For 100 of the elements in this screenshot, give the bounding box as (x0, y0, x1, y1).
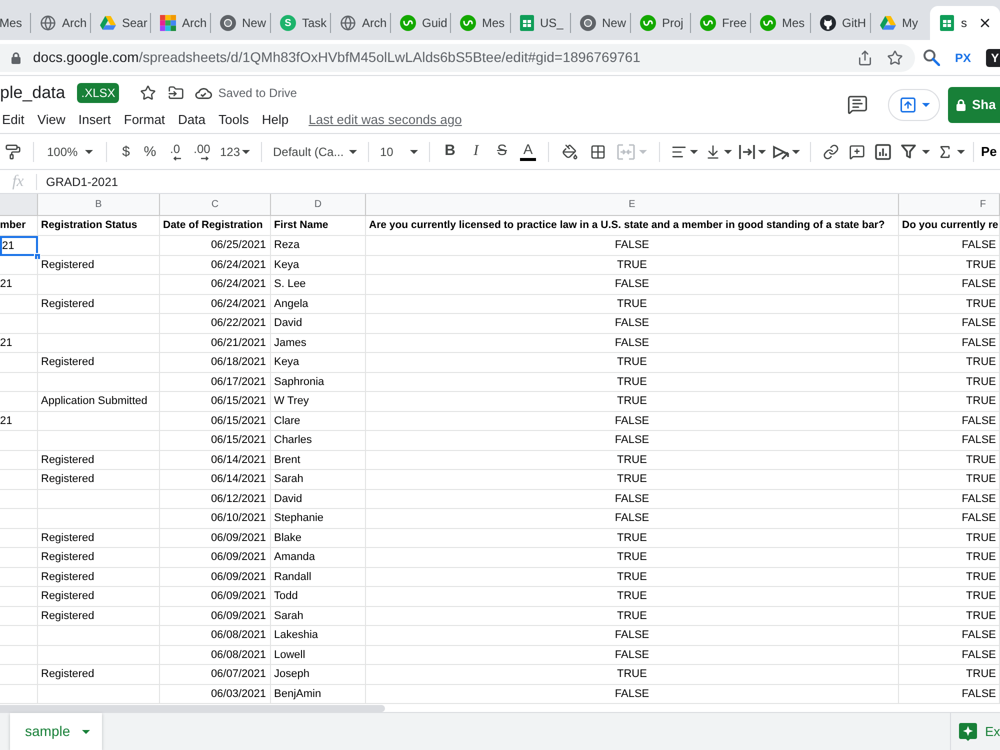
extension-button[interactable]: PX (953, 48, 974, 66)
table-cell: Brent (271, 450, 366, 470)
share-button[interactable]: Sha (948, 86, 1000, 122)
table-cell: Charles (271, 431, 366, 450)
extension-button[interactable]: Y (986, 48, 1000, 66)
menu-item[interactable]: View (37, 110, 66, 130)
spreadsheet-icon (940, 15, 954, 31)
table-cell: Application Submitted (38, 392, 160, 412)
menu-item[interactable]: Help (262, 110, 289, 130)
column-header[interactable]: C (160, 194, 271, 216)
caret-icon (639, 150, 647, 154)
horizontal-scrollbar[interactable] (0, 704, 385, 712)
star-icon[interactable] (887, 50, 903, 66)
browser-tab[interactable]: GitH (811, 6, 870, 40)
magnifier-icon[interactable] (923, 49, 940, 66)
folder-arrow-icon[interactable] (168, 85, 184, 101)
star-icon[interactable] (140, 85, 156, 101)
zoom-dropdown[interactable]: 100% (41, 138, 99, 166)
menu-item[interactable]: Insert (78, 110, 111, 130)
increase-decimal-button[interactable]: .00 (188, 138, 216, 166)
table-cell: 06/17/2021 (160, 372, 271, 392)
present-button[interactable] (888, 88, 940, 120)
browser-tab[interactable]: Mes (0, 6, 30, 40)
menu-item[interactable]: Tools (218, 110, 249, 130)
menu-item[interactable]: Edit (2, 110, 24, 130)
browser-tab[interactable]: S Task (271, 6, 330, 40)
explore-button[interactable]: Ex (950, 713, 1000, 750)
menu-item[interactable]: Data (178, 110, 206, 130)
square-arrow-up-icon (898, 96, 916, 114)
document-title[interactable]: ple_data (0, 80, 66, 106)
address-bar[interactable]: docs.google.com/spreadsheets/d/1QMh83fOxHVbfM45olLwLAlds6bS5Btee/edit#gid=1896769761 (0, 44, 915, 72)
menu-item[interactable]: Format (124, 110, 166, 130)
caret-icon (922, 102, 930, 106)
table-cell: FALSE (899, 275, 1000, 294)
column-header[interactable]: E (366, 194, 899, 216)
caret-icon (690, 150, 698, 154)
column-header[interactable]: D (271, 194, 366, 216)
browser-tab[interactable]: US_ (511, 6, 570, 40)
table-cell: FALSE (366, 314, 899, 334)
italic-button[interactable]: I (463, 138, 489, 166)
cloud-check-icon (195, 87, 212, 99)
browser-tab[interactable]: New (571, 6, 630, 40)
caret-icon (242, 150, 250, 154)
column-header[interactable]: F (899, 194, 1000, 216)
font-dropdown[interactable]: Default (Ca... (269, 138, 361, 166)
browser-tab[interactable]: Arch (331, 6, 390, 40)
column-header[interactable]: B (38, 194, 160, 216)
table-cell: FALSE (366, 412, 899, 431)
strikethrough-button[interactable]: S (489, 138, 515, 166)
table-cell: W Trey (271, 392, 366, 412)
table-cell: TRUE (899, 294, 1000, 314)
table-cell: TRUE (366, 665, 899, 684)
table-cell: Registered (38, 606, 160, 626)
number-format-dropdown[interactable]: 123 (216, 138, 254, 166)
table-cell: Registered (38, 294, 160, 314)
browser-tab[interactable]: My (871, 6, 930, 40)
formula-field[interactable]: GRAD1-2021 (37, 170, 1000, 193)
header-cell: mber (0, 216, 38, 236)
share-icon[interactable] (857, 50, 873, 66)
sheet-tab[interactable]: sample (10, 713, 102, 750)
link-icon (823, 144, 839, 160)
decrease-decimal-button[interactable]: .0 (162, 138, 188, 166)
table-cell: TRUE (899, 392, 1000, 412)
header-cell: First Name (271, 216, 366, 236)
table-cell: 06/09/2021 (160, 548, 271, 568)
browser-tab[interactable]: Arch (31, 6, 90, 40)
comments-button[interactable] (847, 94, 868, 115)
font-size-dropdown[interactable]: 10 (376, 138, 422, 166)
table-cell: FALSE (366, 684, 899, 704)
round-logo-icon (640, 15, 656, 31)
fill-handle[interactable] (34, 252, 41, 260)
table-cell: FALSE (366, 626, 899, 646)
text-color-button[interactable]: A (515, 138, 541, 166)
table-cell: David (271, 490, 366, 509)
browser-tab[interactable]: Free (691, 6, 750, 40)
table-cell: Keya (271, 256, 366, 275)
browser-tab[interactable]: Arch (151, 6, 210, 40)
browser-tab[interactable]: Mes (451, 6, 510, 40)
caret-icon (82, 730, 90, 734)
caret-icon (724, 150, 732, 154)
browser-tab[interactable]: Guid (391, 6, 450, 40)
toolbar-text-button[interactable]: Pe (979, 138, 997, 166)
close-icon[interactable] (978, 16, 992, 30)
browser-tab[interactable]: Proj (631, 6, 690, 40)
currency-button[interactable]: $ (114, 138, 138, 166)
table-cell: 21 (0, 236, 38, 256)
percent-button[interactable]: % (138, 138, 162, 166)
bold-button[interactable]: B (437, 138, 463, 166)
add-comment-icon (849, 144, 865, 160)
paint-bucket-icon (562, 144, 578, 160)
browser-tab[interactable]: Sear (91, 6, 150, 40)
browser-tab[interactable]: s (930, 6, 1000, 40)
caret-icon (410, 150, 418, 154)
cat-logo-icon (820, 15, 836, 31)
table-cell: FALSE (899, 684, 1000, 704)
last-edit-link[interactable]: Last edit was seconds ago (308, 110, 462, 130)
arrow-to-line-icon (704, 144, 720, 160)
browser-tab[interactable]: Mes (751, 6, 810, 40)
table-cell: FALSE (366, 509, 899, 528)
browser-tab[interactable]: New (211, 6, 270, 40)
